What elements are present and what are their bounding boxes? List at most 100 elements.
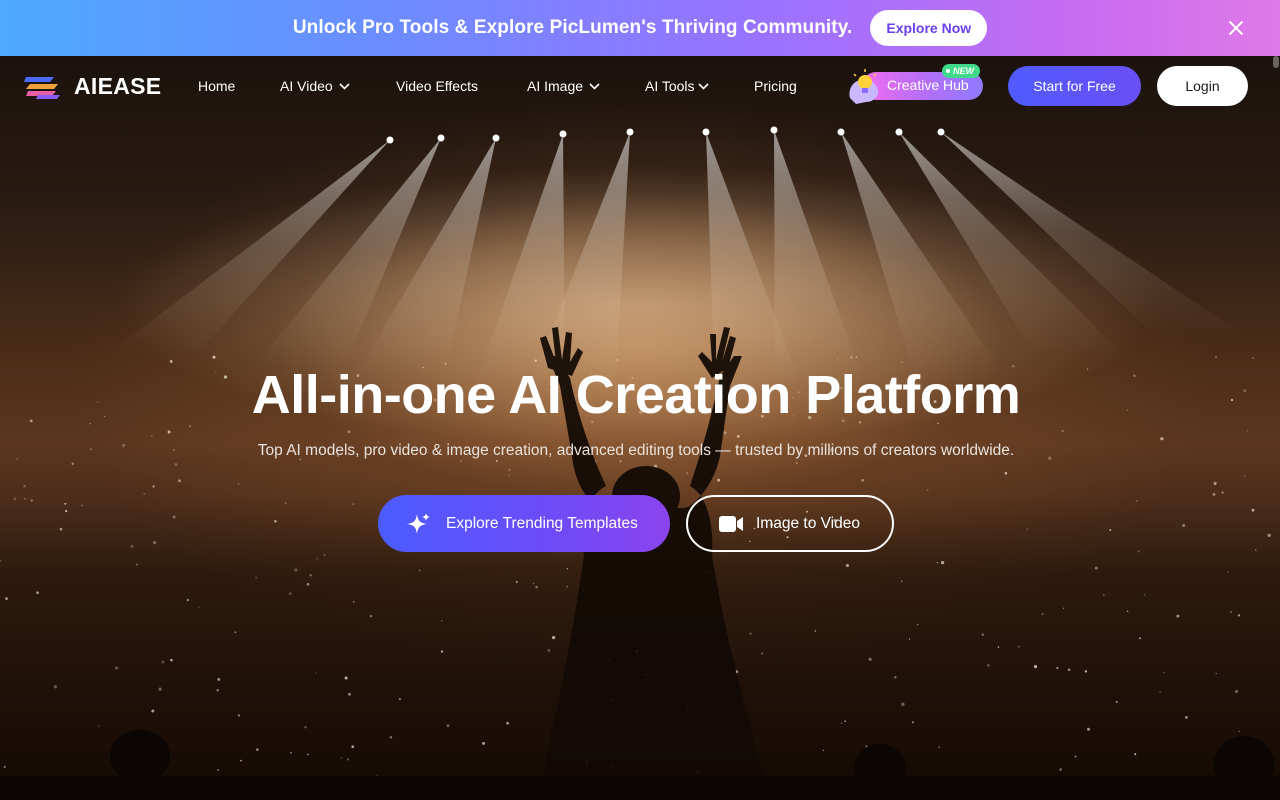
crowd-light-speck	[255, 576, 258, 579]
crowd-light-speck	[822, 749, 825, 752]
crowd-light-speck	[309, 573, 312, 577]
crowd-light-speck	[1234, 689, 1239, 694]
crowd-light-speck	[198, 606, 200, 608]
crowd-light-speck	[170, 658, 173, 662]
creative-hub-label: Creative Hub	[887, 77, 969, 93]
crowd-light-speck	[1102, 594, 1105, 597]
stage-light	[837, 128, 845, 136]
scrollbar[interactable]	[1272, 56, 1280, 800]
crowd-light-speck	[161, 660, 165, 664]
crowd-light-speck	[508, 474, 510, 476]
crowd-light-speck	[1238, 730, 1241, 733]
crowd-light-speck	[36, 591, 39, 595]
crowd-light-speck	[686, 472, 689, 475]
crowd-light-speck	[723, 431, 727, 435]
crowd-light-speck	[616, 359, 618, 361]
stage-light	[492, 134, 500, 142]
crowd-light-speck	[5, 597, 8, 601]
crowd-light-speck	[1159, 691, 1161, 693]
sparkle-icon	[406, 511, 432, 537]
crowd-light-speck	[1215, 672, 1217, 675]
crowd-light-speck	[237, 483, 240, 485]
nav-pricing-label: Pricing	[754, 78, 797, 94]
nav-video-effects[interactable]: Video Effects	[396, 78, 478, 94]
crowd-light-speck	[13, 497, 17, 501]
chevron-down-icon	[697, 82, 709, 90]
close-icon[interactable]	[1226, 18, 1246, 38]
crowd-light-speck	[284, 502, 287, 504]
crowd-light-speck	[352, 601, 355, 603]
crowd-light-speck	[152, 540, 157, 545]
crowd-light-speck	[288, 592, 292, 595]
crowd-light-speck	[440, 650, 444, 653]
crowd-light-speck	[446, 724, 450, 728]
crowd-light-speck	[1018, 646, 1020, 648]
crowd-light-speck	[936, 561, 939, 564]
crowd-light-speck	[115, 666, 118, 670]
scrollbar-thumb[interactable]	[1273, 56, 1279, 68]
crowd-light-speck	[900, 580, 903, 582]
crowd-light-speck	[1136, 499, 1138, 502]
crowd-light-speck	[178, 479, 181, 483]
nav-ai-video[interactable]: AI Video	[280, 78, 350, 94]
crowd-light-speck	[1139, 637, 1142, 640]
creative-hub-button[interactable]: Creative Hub NEW	[846, 64, 986, 104]
crowd-light-speck	[234, 631, 237, 634]
crowd-light-speck	[151, 709, 155, 713]
logo[interactable]: AIEASE	[24, 73, 161, 100]
explore-trending-templates-button[interactable]: Explore Trending Templates	[378, 495, 670, 552]
crowd-light-speck	[1267, 533, 1271, 538]
crowd-light-speck	[1160, 437, 1164, 441]
crowd-light-speck	[997, 646, 1000, 648]
crowd-light-speck	[1074, 755, 1077, 758]
crowd-light-speck	[868, 657, 872, 662]
crowd-light-speck	[1041, 612, 1044, 616]
crowd-light-speck	[1246, 429, 1249, 432]
crowd-light-speck	[340, 757, 343, 759]
crowd-light-speck	[1213, 481, 1217, 486]
crowd-light-speck	[1004, 471, 1008, 475]
chevron-down-icon	[339, 82, 350, 90]
crowd-light-speck	[1252, 357, 1254, 359]
crowd-light-speck	[158, 687, 162, 691]
concert-scene-image	[0, 126, 1280, 800]
hero-background	[0, 56, 1280, 800]
crowd-light-speck	[294, 568, 298, 572]
crowd-light-speck	[212, 355, 216, 359]
crowd-light-speck	[441, 620, 443, 622]
nav-ai-video-label: AI Video	[280, 78, 333, 94]
stage-light	[626, 128, 634, 136]
crowd-light-speck	[1126, 610, 1129, 612]
login-button[interactable]: Login	[1157, 66, 1248, 106]
crowd-light-speck	[901, 702, 905, 706]
nav-pricing[interactable]: Pricing	[754, 78, 797, 94]
crowd-light-speck	[316, 558, 319, 560]
crowd-light-speck	[1115, 700, 1118, 703]
nav-home[interactable]: Home	[198, 78, 235, 94]
lightbulb-icon	[849, 69, 879, 104]
crowd-light-speck	[216, 689, 219, 692]
nav-ai-image[interactable]: AI Image	[527, 78, 600, 94]
crowd-light-speck	[1137, 550, 1140, 553]
crowd-light-speck	[53, 685, 57, 689]
crowd-light-speck	[344, 676, 348, 680]
nav-ai-tools[interactable]: AI Tools	[645, 78, 709, 94]
image-to-video-button[interactable]: Image to Video	[686, 495, 894, 552]
crowd-light-speck	[1215, 355, 1217, 358]
crowd-light-speck	[290, 751, 292, 754]
explore-now-button[interactable]: Explore Now	[870, 10, 988, 46]
image-to-video-label: Image to Video	[756, 514, 860, 532]
crowd-light-speck	[916, 623, 919, 626]
crowd-light-speck	[1255, 549, 1257, 551]
logo-text: AIEASE	[74, 73, 162, 99]
crowd-light-speck	[304, 726, 307, 729]
crowd-light-speck	[306, 582, 310, 586]
crowd-light-speck	[347, 430, 351, 434]
crowd-light-speck	[240, 759, 242, 762]
stage-light	[937, 128, 945, 136]
video-camera-icon	[718, 515, 744, 533]
crowd-light-speck	[167, 430, 171, 434]
crowd-light-speck	[348, 692, 351, 696]
start-for-free-button[interactable]: Start for Free	[1008, 66, 1141, 106]
crowd-light-speck	[1059, 768, 1063, 771]
